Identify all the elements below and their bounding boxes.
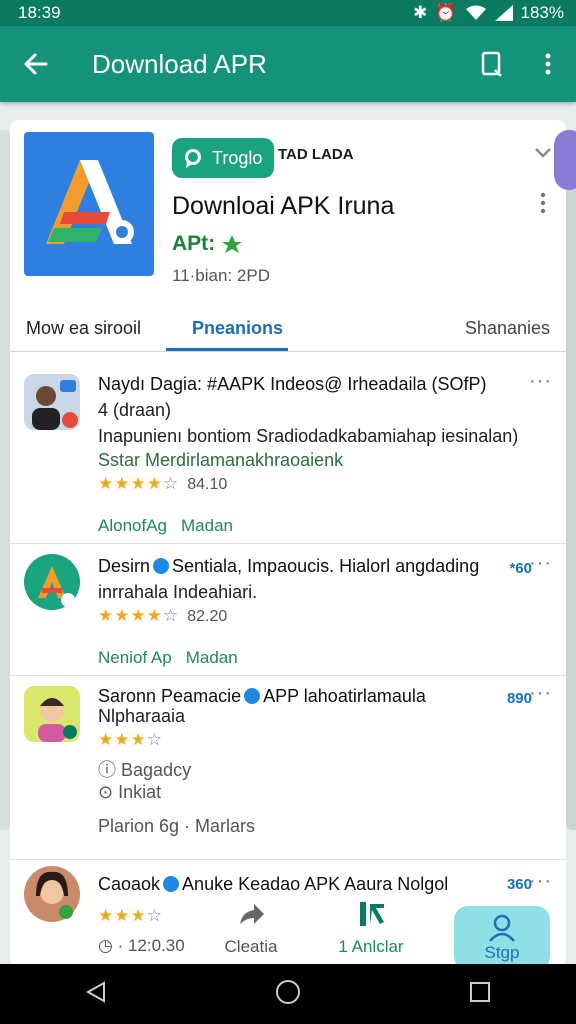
app-bar: Download APR [0,26,576,102]
app-icon [24,132,154,276]
post-meta-1: ⓘ Bagadcy [98,760,192,780]
post-footer: AlonofAg Madan [98,516,247,536]
post-line-4: Sstar Merdirlamanakhraoaienk [98,450,344,470]
main-card: Troglo TAD LADA Downloai APK Iruna APt: … [10,120,566,966]
chip-side-label: TAD LADA [278,146,354,163]
chat-bubble-icon [185,149,201,168]
stop-button[interactable]: Stgp [454,906,550,966]
link-icon: ⊙ [98,782,119,802]
search-button[interactable] [464,50,520,78]
rating-stars: ★★★★☆ 82.20 [98,606,228,625]
post-footer-1[interactable]: Neniof Ap [98,648,172,667]
nav-home-button[interactable] [275,979,301,1010]
battery-level: 183% [520,3,564,22]
status-bar: 18:39 ✱ ⏰ 183% [0,0,576,26]
post-title: Saronn Peamacie APP lahoatirlamaula [98,686,426,706]
post-more-button[interactable]: ··· [529,870,552,893]
more-vertical-icon [545,53,551,75]
chip-label: Troglo [212,147,263,168]
circle-home-icon [275,979,300,1004]
active-tab-indicator [166,348,288,351]
verified-icon [153,558,170,574]
back-arrow-icon [24,53,48,75]
tag-chip[interactable]: Troglo [172,138,275,178]
system-nav-bar [0,964,576,1024]
left-card-edge [0,130,10,830]
post-footer-2[interactable]: Madan [181,516,233,535]
nav-recents-button[interactable] [468,980,492,1009]
document-search-icon [481,51,502,77]
tab-2[interactable]: Pneanions [192,318,283,339]
post-title: Naydı Dagia: #AAPK Indeos@ Irheadaila (S… [98,374,487,394]
clock-icon: ◷ [98,936,113,955]
list-item[interactable]: Naydı Dagia: #AAPK Indeos@ Irheadaila (S… [10,364,566,544]
app-subtitle: APt: [172,232,243,256]
post-title-line-2: Nlpharaaia [98,706,186,726]
star-burst-icon [222,235,243,253]
list-item[interactable]: Desirn Sentiala, Impaoucis. Hialorl angda… [10,544,566,676]
more-vertical-icon [540,192,546,214]
nav-back-button[interactable] [84,980,108,1009]
post-footer-2[interactable]: Madan [186,648,238,667]
post-footer: Plarion 6g · Marlars [98,816,256,836]
post-more-button[interactable]: ··· [529,552,552,575]
app-meta: 11·bian: 2PD [172,266,270,285]
floating-action-peek[interactable] [554,130,576,190]
rating-value: 82.20 [187,608,228,625]
post-line-2: 4 (draan) [98,400,172,420]
square-recents-icon [470,981,491,1002]
info-icon: ⓘ [98,760,122,780]
rating-stars: ★★★☆ [98,730,163,749]
post-line-3: Inapunienı bontiom Sradiodadkabamiahap i… [98,426,519,446]
rating-value: 84.10 [187,476,228,493]
post-more-button[interactable]: ··· [529,682,552,705]
avatar [24,686,80,742]
list-item[interactable]: Saronn Peamacie APP lahoatirlamaula Nlpha… [10,676,566,860]
verified-icon [244,688,261,704]
logo-a-icon [46,160,134,244]
rating-stars: ★★★★☆ 84.10 [98,474,228,493]
post-title: Caoaok Anuke Keadao APK Aaura Nolgol [98,874,449,894]
avatar [24,374,80,430]
tab-bar: Mow ea sirooil Pneanions Shananies [10,308,566,352]
app-title: Downloai APK Iruna [172,192,395,220]
tab-1[interactable]: Mow ea sirooil [26,318,141,339]
avatar [24,554,80,610]
expand-button[interactable] [534,146,552,164]
alarm-icon: ⏰ [435,3,457,22]
wifi-icon [465,5,486,20]
download-tray-icon [360,902,384,926]
verified-icon [163,876,180,892]
bluetooth-icon: ✱ [413,3,428,22]
app-overflow-button[interactable] [540,192,546,219]
bottom-action-bar: ★★★☆ ◷ · 12:0.30 Cleatia 1 Anlclar Stgp [10,900,566,966]
chevron-down-icon [535,148,551,158]
share-arrow-icon [240,904,264,924]
post-footer-1[interactable]: AlonofAg [98,516,167,535]
post-line-2: inrrahala Indeahiari. [98,582,258,602]
download-button[interactable]: 1 Anlclar [336,900,406,957]
post-title: Desirn Sentiala, Impaoucis. Hialorl angda… [98,556,480,576]
app-header: Troglo TAD LADA Downloai APK Iruna APt: … [24,132,556,292]
status-time: 18:39 [18,3,61,22]
person-icon [489,914,515,942]
action-time: ◷ · 12:0.30 [98,936,185,955]
post-meta-2: ⊙ Inkiat [98,782,162,802]
overflow-menu-button[interactable] [520,52,576,76]
triangle-back-icon [85,980,105,1003]
post-more-button[interactable]: ··· [529,370,552,393]
tab-3[interactable]: Shananies [465,318,550,339]
page-title: Download APR [92,48,267,79]
right-card-edge [566,130,576,830]
post-footer: Neniof Ap Madan [98,648,252,668]
signal-icon [494,5,513,21]
rating-stars: ★★★☆ [98,906,163,925]
share-button[interactable]: Cleatia [216,900,286,957]
back-button[interactable] [0,50,72,78]
